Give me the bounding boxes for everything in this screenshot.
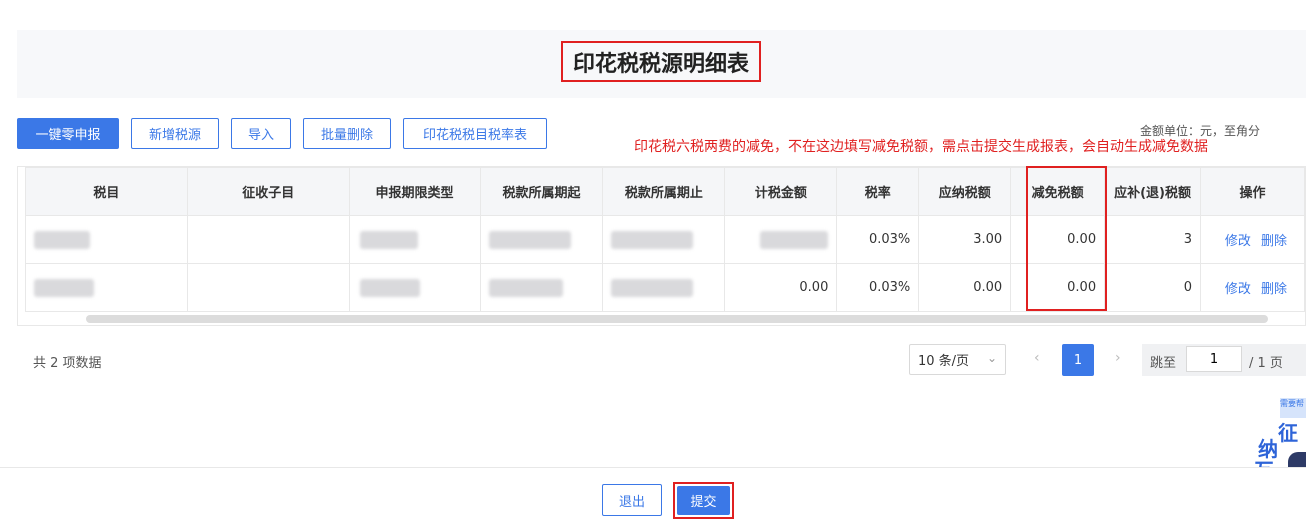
batch-delete-button[interactable]: 批量删除 — [303, 118, 391, 149]
help-tag[interactable]: 需要帮 — [1280, 398, 1306, 418]
cell-actions: 修改 删除 — [1199, 263, 1305, 312]
redacted-value — [611, 230, 694, 249]
chevron-down-icon: ⌄ — [986, 351, 997, 365]
cell-relief: 0.00 — [1010, 263, 1106, 312]
delete-link[interactable]: 删除 — [1261, 282, 1287, 297]
jump-page-input[interactable] — [1186, 346, 1242, 372]
cell-period-type — [348, 215, 481, 264]
redacted-value — [359, 230, 418, 249]
page-size-value: 10 条/页 — [918, 354, 970, 369]
col-header-tax-base: 计税金额 — [724, 167, 838, 216]
cell-payable: 3.00 — [918, 215, 1012, 264]
zero-declare-button[interactable]: 一键零申报 — [17, 118, 119, 149]
add-source-button[interactable]: 新增税源 — [131, 118, 219, 149]
tax-source-table: 税目 征收子目 申报期限类型 税款所属期起 税款所属期止 计税金额 税率 应纳税… — [17, 166, 1306, 326]
col-header-relief: 减免税额 — [1010, 167, 1106, 216]
cell-payable: 0.00 — [918, 263, 1012, 312]
delete-link[interactable]: 删除 — [1261, 234, 1287, 249]
horizontal-scrollbar[interactable] — [86, 315, 1268, 323]
cell-subitem — [186, 263, 350, 312]
exit-button[interactable]: 退出 — [602, 484, 662, 516]
rate-table-button[interactable]: 印花税税目税率表 — [403, 118, 547, 149]
cell-period-start — [479, 215, 604, 264]
mascot-char: 征 — [1278, 421, 1298, 445]
col-header-subitem: 征收子目 — [186, 167, 350, 216]
redacted-value — [34, 230, 90, 249]
cell-actions: 修改 删除 — [1199, 215, 1305, 264]
edit-link[interactable]: 修改 — [1225, 234, 1251, 249]
import-button[interactable]: 导入 — [231, 118, 291, 149]
col-header-refund: 应补(退)税额 — [1104, 167, 1201, 216]
submit-button[interactable]: 提交 — [677, 486, 730, 515]
page-jumper: 跳至 / 1 页 — [1142, 344, 1306, 376]
edit-link[interactable]: 修改 — [1225, 282, 1251, 297]
col-header-period-type: 申报期限类型 — [348, 167, 481, 216]
redacted-value — [359, 278, 420, 297]
col-header-rate: 税率 — [836, 167, 920, 216]
table-row: 0.00 0.03% 0.00 0.00 0 修改 删除 — [25, 263, 1305, 312]
cell-subitem — [186, 215, 350, 264]
relief-note: 印花税六税两费的减免，不在这边填写减免税额，需点击提交生成报表，会自动生成减免数… — [634, 139, 1208, 155]
cell-rate: 0.03% — [836, 263, 920, 312]
table-row: 0.03% 3.00 0.00 3 修改 删除 — [25, 215, 1305, 264]
col-header-period-start: 税款所属期起 — [479, 167, 604, 216]
next-page-icon[interactable]: › — [1115, 350, 1121, 366]
redacted-value — [611, 278, 694, 297]
current-page-button[interactable]: 1 — [1062, 344, 1094, 376]
cell-relief: 0.00 — [1010, 215, 1106, 264]
cell-period-end — [602, 215, 726, 264]
cell-item — [25, 263, 188, 312]
mascot-char: 纳 — [1258, 437, 1278, 461]
redacted-value — [34, 278, 94, 297]
total-pages: / 1 页 — [1249, 356, 1283, 371]
page-size-select[interactable]: 10 条/页 ⌄ — [909, 344, 1006, 375]
col-header-payable: 应纳税额 — [918, 167, 1012, 216]
total-count: 共 2 项数据 — [33, 356, 102, 371]
redacted-value — [488, 278, 563, 297]
main-panel: 印花税税源明细表 一键零申报 新增税源 导入 批量删除 印花税税目税率表 金额单… — [0, 0, 1306, 502]
col-header-actions: 操作 — [1199, 167, 1305, 216]
cell-period-start — [479, 263, 604, 312]
cell-period-type — [348, 263, 481, 312]
col-header-item: 税目 — [25, 167, 188, 216]
cell-tax-base: 0.00 — [724, 263, 838, 312]
cell-period-end — [602, 263, 726, 312]
redacted-value — [760, 230, 829, 249]
prev-page-icon[interactable]: ‹ — [1034, 350, 1040, 366]
cell-item — [25, 215, 188, 264]
cell-rate: 0.03% — [836, 215, 920, 264]
redacted-value — [488, 230, 571, 249]
jump-label: 跳至 — [1150, 356, 1177, 371]
cell-refund: 3 — [1104, 215, 1201, 264]
cell-tax-base — [724, 215, 838, 264]
col-header-period-end: 税款所属期止 — [602, 167, 726, 216]
page-title: 印花税税源明细表 — [561, 41, 761, 82]
table-header-row: 税目 征收子目 申报期限类型 税款所属期起 税款所属期止 计税金额 税率 应纳税… — [25, 167, 1305, 216]
cell-refund: 0 — [1104, 263, 1201, 312]
